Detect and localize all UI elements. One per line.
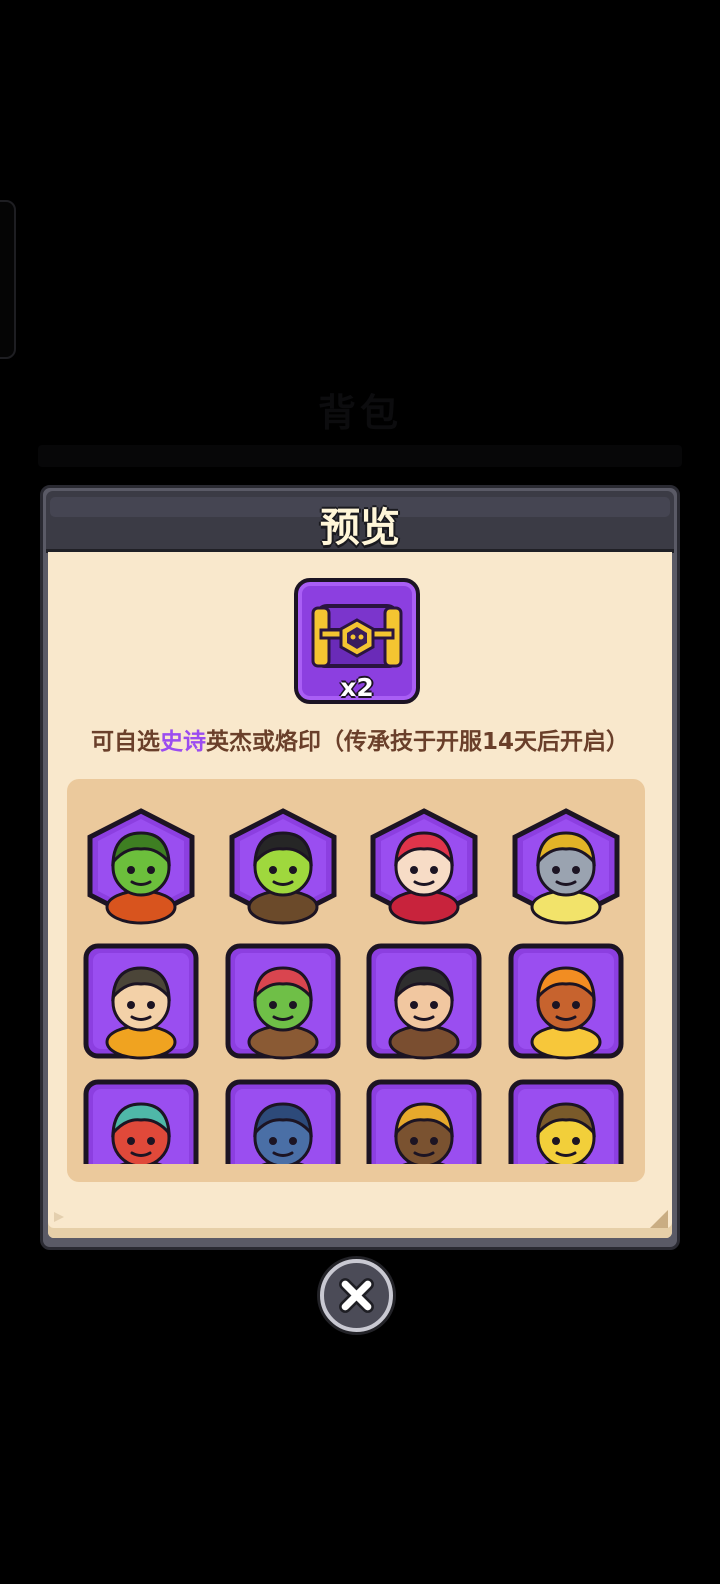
close-icon	[339, 1278, 374, 1313]
monkey-monk-hero-icon	[366, 1079, 482, 1164]
reward-description: 可自选史诗英杰或烙印（传承技于开服14天后开启）	[40, 722, 680, 756]
red-hood-mage-hero-icon	[370, 808, 478, 925]
background-bar	[38, 445, 682, 467]
hooded-rogue-hero-icon	[83, 943, 199, 1060]
hero-slot[interactable]	[82, 807, 200, 925]
page-fold	[650, 1210, 668, 1228]
hero-grid[interactable]	[67, 779, 645, 1164]
hero-slot[interactable]	[224, 1078, 342, 1164]
description-prefix: 可自选	[90, 729, 160, 755]
chest-count: x2	[340, 673, 374, 702]
dialog-title: 预览	[320, 505, 400, 551]
corner-decoration	[54, 1212, 64, 1222]
hero-slot[interactable]	[365, 807, 483, 925]
pirate-captain-hero-icon	[229, 808, 336, 925]
description-suffix: 英杰或烙印（传承技于开服14天后开启）	[205, 729, 629, 755]
hero-slot[interactable]	[507, 1078, 625, 1164]
orc-brute-hero-icon	[87, 808, 195, 925]
hero-slot[interactable]	[365, 1078, 483, 1164]
hero-slot[interactable]	[365, 942, 483, 1060]
dialog-header: 预览	[46, 491, 674, 553]
reward-chest-tile[interactable]: x2	[294, 578, 420, 704]
twin-dragon-hero-icon	[83, 1079, 199, 1164]
flame-spirit-hero-icon	[508, 943, 623, 1060]
hero-slot[interactable]	[507, 942, 625, 1060]
hero-grid-panel	[67, 779, 645, 1182]
bandana-brawler-hero-icon	[366, 943, 482, 1060]
hero-slot[interactable]	[82, 942, 200, 1060]
description-highlight: 史诗	[159, 729, 206, 755]
side-tab	[0, 200, 16, 359]
stone-golem-hero-icon	[512, 808, 619, 925]
epic-chest-icon	[311, 604, 403, 668]
hero-slot[interactable]	[82, 1078, 200, 1164]
hero-slot[interactable]	[224, 942, 342, 1060]
hero-slot[interactable]	[507, 807, 625, 925]
close-button[interactable]	[320, 1259, 393, 1332]
fish-warrior-hero-icon	[225, 1079, 340, 1164]
banana-knight-hero-icon	[508, 1079, 623, 1164]
goblin-chef-hero-icon	[225, 943, 340, 1060]
background-title: 背包	[317, 391, 402, 435]
hero-slot[interactable]	[224, 807, 342, 925]
